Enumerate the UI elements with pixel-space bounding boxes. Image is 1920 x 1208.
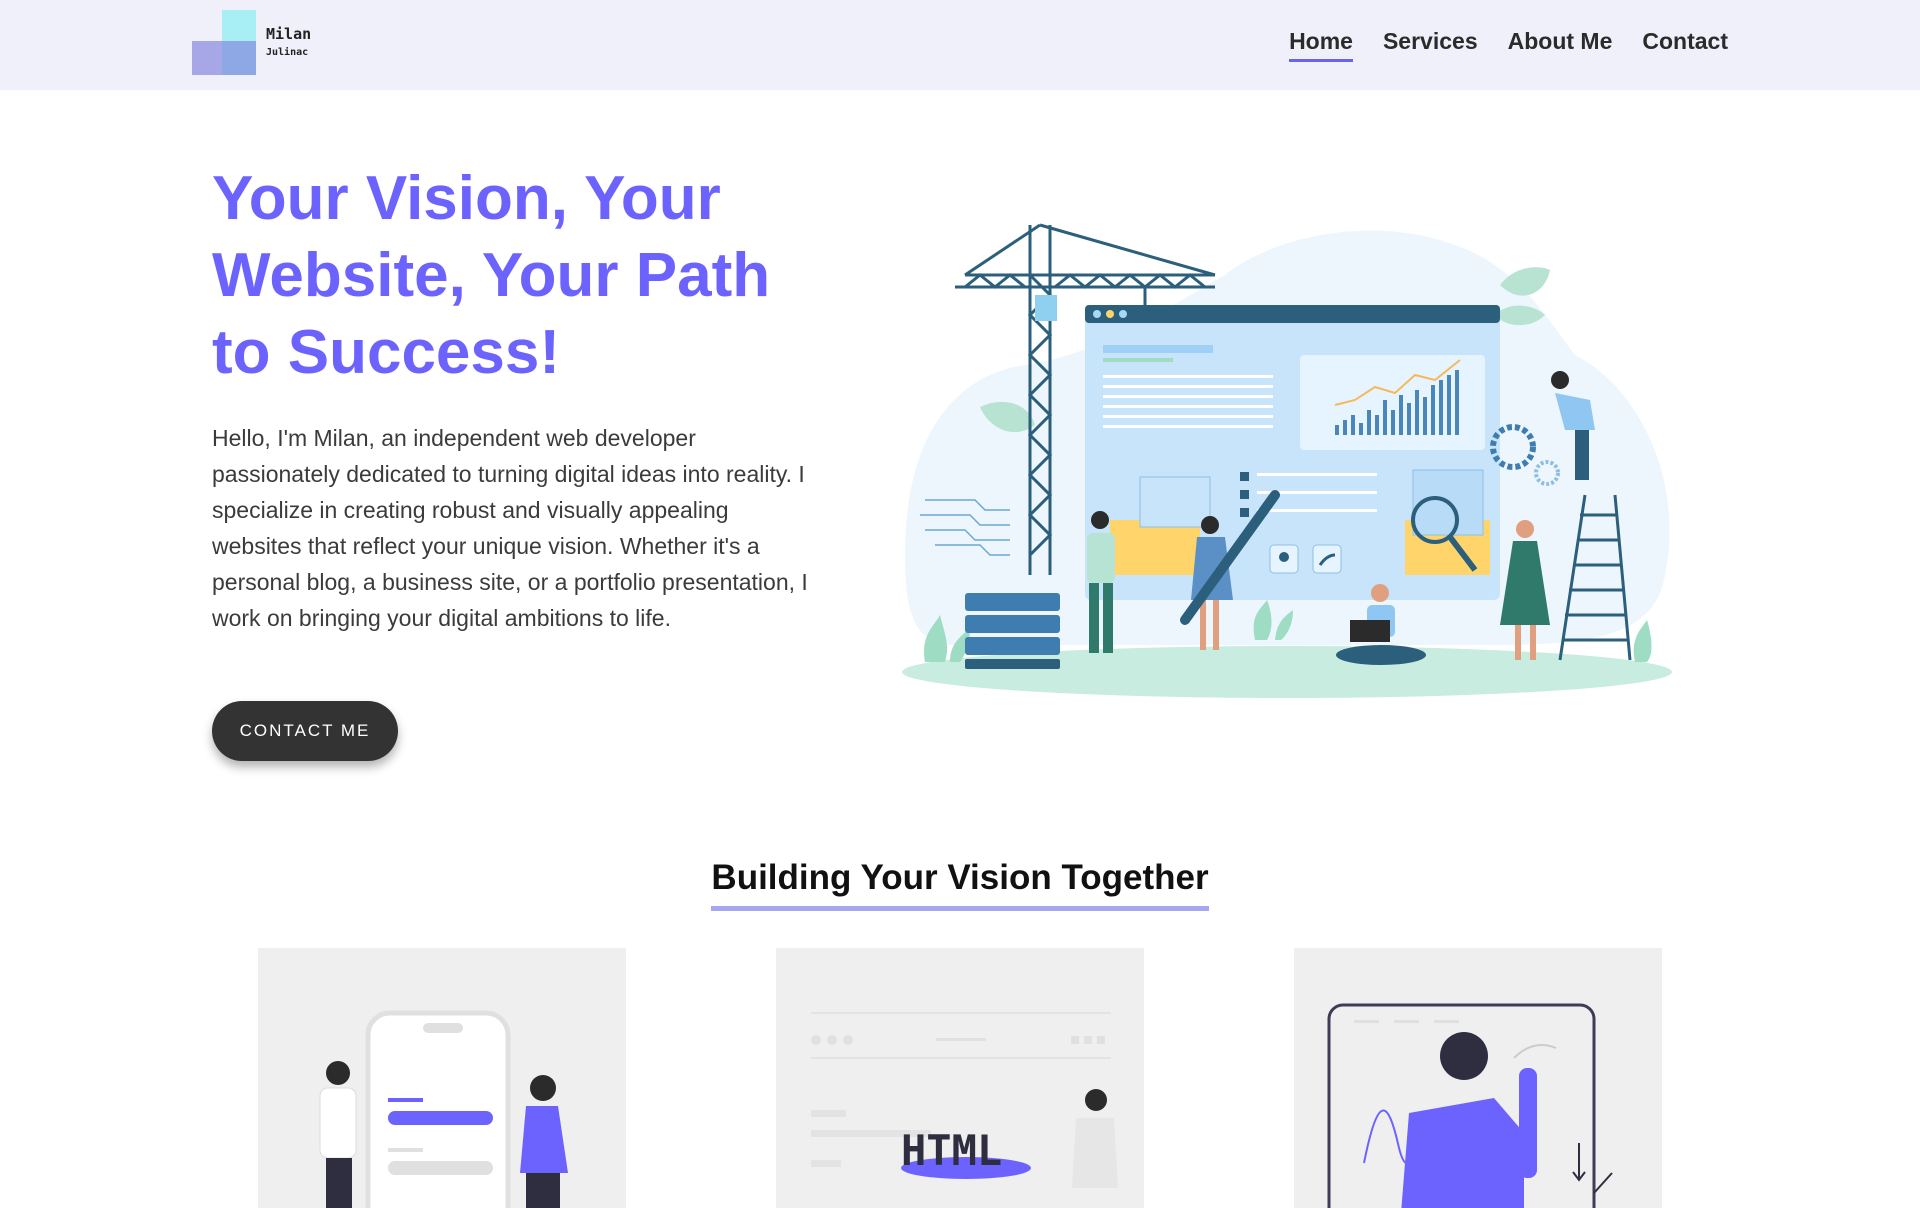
section-title: Building Your Vision Together <box>711 858 1209 911</box>
main-nav: Home Services About Me Contact <box>1289 28 1728 62</box>
contact-me-button[interactable]: CONTACT ME <box>212 701 398 761</box>
nav-contact[interactable]: Contact <box>1642 28 1728 62</box>
service-card-analytics[interactable] <box>1294 948 1662 1208</box>
nav-about-me[interactable]: About Me <box>1508 28 1613 62</box>
logo-square-left <box>192 41 226 75</box>
nav-services[interactable]: Services <box>1383 28 1478 62</box>
site-logo[interactable]: Milan Julinac <box>192 9 322 75</box>
analytics-presentation-illustration <box>1327 1003 1613 1208</box>
blue-doc <box>1139 476 1211 528</box>
service-card-html[interactable]: HTML <box>776 948 1144 1208</box>
logo-name: Milan <box>266 25 312 43</box>
logo-subtitle: Julinac <box>266 47 309 58</box>
hero-illustration <box>902 223 1672 698</box>
hero-description: Hello, I'm Milan, an independent web dev… <box>212 425 808 631</box>
crane-cabin <box>1035 295 1057 321</box>
nav-home[interactable]: Home <box>1289 28 1353 62</box>
browser-titlebar <box>1085 305 1500 323</box>
service-card-mobile[interactable] <box>258 948 626 1208</box>
logo-square-right <box>222 41 256 75</box>
plant-right <box>1633 620 1652 662</box>
html-word: HTML <box>901 1126 1002 1175</box>
site-header: Milan Julinac Home Services About Me Con… <box>0 0 1920 90</box>
html-code-illustration: HTML <box>811 1012 1118 1188</box>
hero-title: Your Vision, Your Website, Your Path to … <box>212 164 771 387</box>
yellow-card-left <box>1110 520 1200 575</box>
logo-square-top <box>222 10 256 44</box>
mobile-app-illustration <box>319 1010 568 1208</box>
section-title-wrapper: Building Your Vision Together <box>0 858 1920 911</box>
